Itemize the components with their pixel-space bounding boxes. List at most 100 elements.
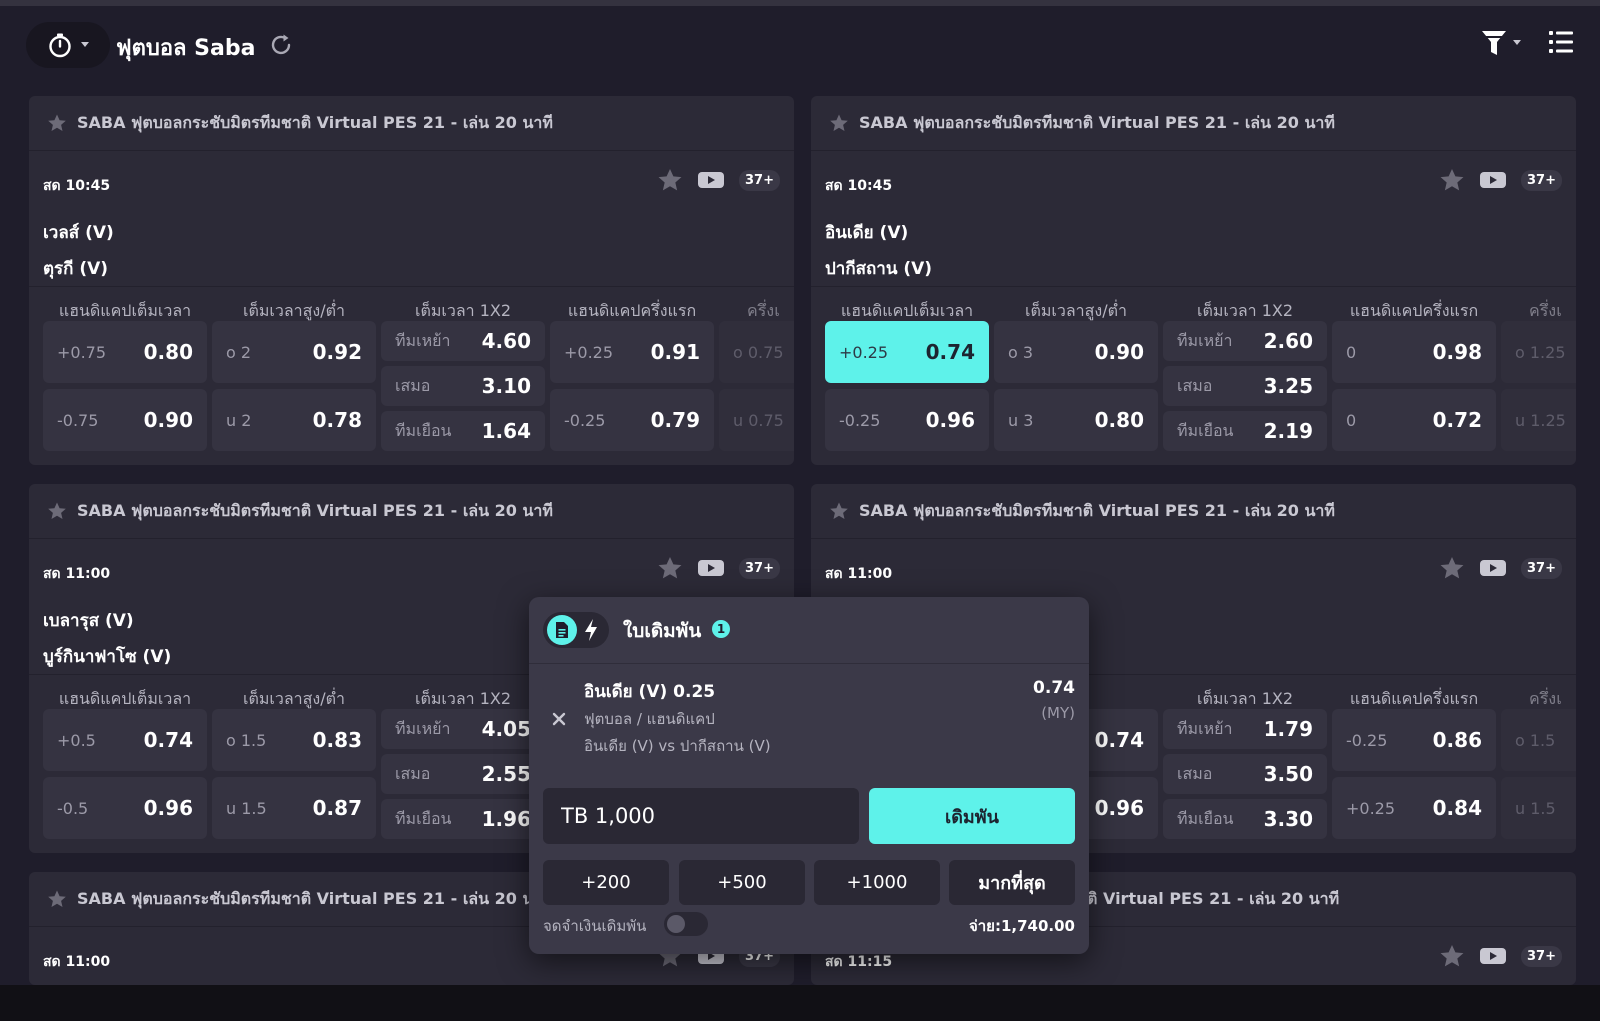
- star-icon[interactable]: [47, 113, 67, 133]
- odds-value: 4.60: [481, 329, 531, 353]
- odds-value: 0.80: [1094, 408, 1144, 432]
- selection-match: อินเดีย (V) vs ปากีสถาน (V): [584, 737, 771, 755]
- odds-cell[interactable]: -0.25 0.96: [825, 389, 989, 451]
- single-bet-tab[interactable]: [547, 615, 577, 645]
- place-bet-button[interactable]: เดิมพัน: [869, 788, 1075, 844]
- line-label: +0.25: [839, 342, 889, 362]
- lightning-icon[interactable]: [583, 618, 599, 642]
- odds-cell[interactable]: ทีมเยือน 2.19: [1163, 411, 1327, 451]
- chevron-down-icon: [1513, 40, 1521, 45]
- star-icon[interactable]: [829, 501, 849, 521]
- video-icon[interactable]: [697, 558, 725, 578]
- odds-cell[interactable]: o 0.75: [719, 321, 794, 383]
- odds-cell[interactable]: o 1.5 0.83: [212, 709, 376, 771]
- timer-dropdown[interactable]: [26, 22, 110, 68]
- odds-cell[interactable]: ทีมเยือน 1.96: [381, 799, 545, 839]
- odds-cell[interactable]: 0 0.72: [1332, 389, 1496, 451]
- more-markets-badge[interactable]: 37+: [1521, 945, 1562, 967]
- odds-cell[interactable]: u 3 0.80: [994, 389, 1158, 451]
- odds-cell[interactable]: u 2 0.78: [212, 389, 376, 451]
- odds-cell[interactable]: เสมอ 3.10: [381, 366, 545, 406]
- close-icon[interactable]: [551, 711, 567, 727]
- league-header[interactable]: SABA ฟุตบอลกระชับมิตรทีมชาติ Virtual PES…: [29, 484, 794, 539]
- more-markets-badge[interactable]: 37+: [739, 557, 780, 579]
- star-icon[interactable]: [47, 889, 67, 909]
- stake-input[interactable]: [543, 788, 859, 844]
- odds-cell[interactable]: เสมอ 3.50: [1163, 754, 1327, 794]
- outcome-label: ทีมเยือน: [1177, 420, 1234, 440]
- video-icon[interactable]: [1479, 558, 1507, 578]
- odds-cell[interactable]: 0 0.98: [1332, 321, 1496, 383]
- odds-cell[interactable]: +0.25 0.91: [550, 321, 714, 383]
- home-team: อินเดีย (V): [825, 223, 909, 243]
- odds-cell[interactable]: -0.25 0.79: [550, 389, 714, 451]
- odds-cell[interactable]: ทีมเยือน 1.64: [381, 411, 545, 451]
- odds-cell[interactable]: u 1.5 0.87: [212, 777, 376, 839]
- bet-count-badge: 1: [712, 620, 730, 638]
- odds-cell[interactable]: o 1.25: [1501, 321, 1576, 383]
- odds-value: 4.05: [481, 717, 531, 741]
- league-header[interactable]: SABA ฟุตบอลกระชับมิตรทีมชาติ Virtual PES…: [29, 96, 794, 151]
- quick-stake-1000-button[interactable]: +1000: [814, 860, 940, 905]
- odds-cell[interactable]: ทีมเหย้า 2.60: [1163, 321, 1327, 361]
- star-icon[interactable]: [657, 167, 683, 193]
- handicap-1h-market: +0.25 0.91 -0.25 0.79: [550, 321, 714, 451]
- video-icon[interactable]: [697, 170, 725, 190]
- more-markets-badge[interactable]: 37+: [739, 169, 780, 191]
- odds-cell[interactable]: -0.25 0.86: [1332, 709, 1496, 771]
- list-icon: [1549, 31, 1573, 53]
- over-under-market: o 2 0.92 u 2 0.78: [212, 321, 376, 451]
- league-header[interactable]: SABA ฟุตบอลกระชับมิตรทีมชาติ Virtual PES…: [811, 484, 1576, 539]
- odds-cell[interactable]: o 2 0.92: [212, 321, 376, 383]
- league-name: SABA ฟุตบอลกระชับมิตรทีมชาติ Virtual PES…: [859, 112, 1335, 132]
- bet-slip-popup: ใบเดิมพัน 1 อินเดีย (V) 0.25 ฟุตบอล / แฮ…: [529, 597, 1089, 954]
- odds-cell[interactable]: +0.5 0.74: [43, 709, 207, 771]
- odds-cell[interactable]: u 1.5: [1501, 777, 1576, 839]
- line-label: +0.25: [564, 342, 614, 362]
- odds-cell[interactable]: เสมอ 3.25: [1163, 366, 1327, 406]
- max-stake-button[interactable]: มากที่สุด: [949, 860, 1075, 905]
- star-icon[interactable]: [829, 113, 849, 133]
- refresh-icon[interactable]: [268, 32, 294, 62]
- odds-cell[interactable]: u 1.25: [1501, 389, 1576, 451]
- odds-cell[interactable]: ทีมเยือน 3.30: [1163, 799, 1327, 839]
- odds-cell[interactable]: ทีมเหย้า 4.60: [381, 321, 545, 361]
- odds-cell[interactable]: +0.25 0.84: [1332, 777, 1496, 839]
- star-icon[interactable]: [1439, 555, 1465, 581]
- odds-value: 0.90: [1094, 340, 1144, 364]
- handicap-market: +0.75 0.80 -0.75 0.90: [43, 321, 207, 451]
- star-icon[interactable]: [657, 555, 683, 581]
- video-icon[interactable]: [1479, 946, 1507, 966]
- star-icon[interactable]: [47, 501, 67, 521]
- odds-cell[interactable]: ทีมเหย้า 1.79: [1163, 709, 1327, 749]
- odds-value: 2.60: [1263, 329, 1313, 353]
- remember-stake-toggle[interactable]: [664, 912, 708, 936]
- video-icon[interactable]: [1479, 170, 1507, 190]
- filter-button[interactable]: [1480, 28, 1522, 58]
- odds-value: 0.84: [1432, 796, 1482, 820]
- bet-slip-title: ใบเดิมพัน: [623, 620, 702, 642]
- odds-cell[interactable]: o 1.5: [1501, 709, 1576, 771]
- outcome-label: ทีมเยือน: [395, 420, 452, 440]
- match-card: SABA ฟุตบอลกระชับมิตรทีมชาติ Virtual PES…: [29, 96, 794, 465]
- chevron-down-icon: [81, 42, 89, 47]
- odds-cell[interactable]: ทีมเหย้า 4.05: [381, 709, 545, 749]
- more-markets-badge[interactable]: 37+: [1521, 557, 1562, 579]
- list-view-button[interactable]: [1548, 28, 1574, 60]
- quick-stake-500-button[interactable]: +500: [679, 860, 805, 905]
- odds-cell[interactable]: o 3 0.90: [994, 321, 1158, 383]
- quick-stake-200-button[interactable]: +200: [543, 860, 669, 905]
- odds-cell-selected[interactable]: +0.25 0.74: [825, 321, 989, 383]
- star-icon[interactable]: [1439, 167, 1465, 193]
- outcome-label: เสมอ: [395, 375, 431, 395]
- star-icon[interactable]: [1439, 943, 1465, 969]
- odds-cell[interactable]: -0.75 0.90: [43, 389, 207, 451]
- odds-value: 0.90: [143, 408, 193, 432]
- league-header[interactable]: SABA ฟุตบอลกระชับมิตรทีมชาติ Virtual PES…: [811, 96, 1576, 151]
- odds-cell[interactable]: -0.5 0.96: [43, 777, 207, 839]
- more-markets-badge[interactable]: 37+: [1521, 169, 1562, 191]
- odds-cell[interactable]: เสมอ 2.55: [381, 754, 545, 794]
- line-label: 0: [1346, 342, 1357, 362]
- odds-cell[interactable]: u 0.75: [719, 389, 794, 451]
- odds-cell[interactable]: +0.75 0.80: [43, 321, 207, 383]
